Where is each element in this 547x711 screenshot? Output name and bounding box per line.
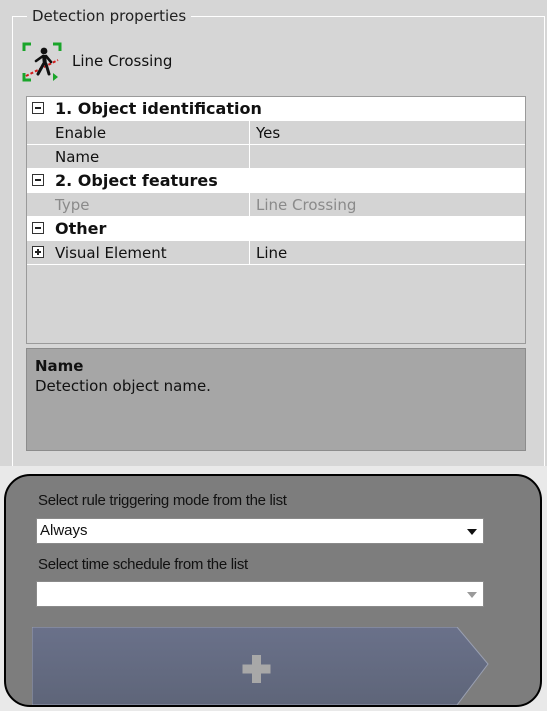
detection-properties-panel: Detection properties Line Crossing 1. Ob… <box>0 0 547 471</box>
property-grid[interactable]: 1. Object identification Enable Yes Name… <box>26 96 526 344</box>
chevron-down-icon[interactable] <box>467 592 477 598</box>
category-label: Other <box>55 219 107 238</box>
property-value[interactable]: Line <box>249 241 525 265</box>
property-row-type[interactable]: Type Line Crossing <box>27 193 525 217</box>
collapse-icon[interactable] <box>32 174 44 186</box>
category-label: 1. Object identification <box>55 99 262 118</box>
description-text: Detection object name. <box>35 377 211 395</box>
property-row-name[interactable]: Name <box>27 145 525 169</box>
collapse-icon[interactable] <box>32 222 44 234</box>
schedule-select[interactable] <box>36 581 484 607</box>
property-name: Visual Element <box>55 244 167 262</box>
property-name: Type <box>55 196 90 214</box>
collapse-icon[interactable] <box>32 102 44 114</box>
category-object-features[interactable]: 2. Object features <box>27 169 525 193</box>
add-rule-button[interactable] <box>32 627 492 705</box>
schedule-label: Select time schedule from the list <box>38 556 248 573</box>
property-row-enable[interactable]: Enable Yes <box>27 121 525 145</box>
property-value[interactable]: Yes <box>249 121 525 145</box>
line-crossing-icon <box>22 42 62 82</box>
category-other[interactable]: Other <box>27 217 525 241</box>
category-label: 2. Object features <box>55 171 218 190</box>
property-name: Enable <box>55 124 107 142</box>
detector-name: Line Crossing <box>72 52 173 70</box>
property-value: Line Crossing <box>249 193 525 217</box>
group-title: Detection properties <box>27 6 192 26</box>
property-value[interactable] <box>249 145 525 169</box>
property-description: Name Detection object name. <box>26 348 526 451</box>
trigger-mode-select[interactable]: Always <box>36 518 484 544</box>
property-row-visual-element[interactable]: Visual Element Line <box>27 241 525 265</box>
description-title: Name <box>35 357 84 375</box>
trigger-mode-value: Always <box>40 522 88 539</box>
chevron-down-icon[interactable] <box>467 529 477 535</box>
property-name: Name <box>55 148 100 166</box>
category-object-identification[interactable]: 1. Object identification <box>27 97 525 121</box>
trigger-mode-label: Select rule triggering mode from the lis… <box>38 492 287 509</box>
